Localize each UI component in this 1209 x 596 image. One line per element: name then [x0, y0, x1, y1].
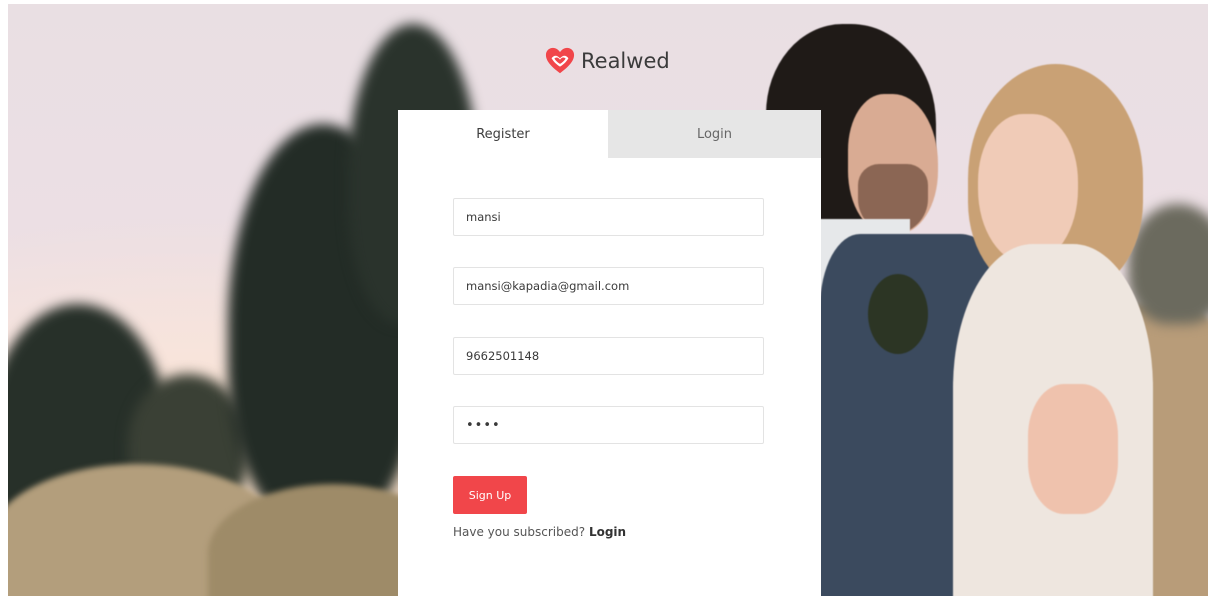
email-field[interactable] [453, 267, 764, 305]
brand-logo[interactable]: Realwed [545, 46, 670, 76]
sign-up-button[interactable]: Sign Up [453, 476, 527, 514]
password-field[interactable] [453, 406, 764, 444]
name-field[interactable] [453, 198, 764, 236]
subscribed-prompt-text: Have you subscribed? [453, 525, 586, 539]
bride-arm [1028, 384, 1118, 514]
groom-boutonniere [868, 274, 928, 354]
tab-register[interactable]: Register [398, 110, 608, 158]
phone-field[interactable] [453, 337, 764, 375]
brand-name: Realwed [581, 49, 670, 73]
auth-card: Register Login Sign Up Have you subscrib… [398, 110, 821, 596]
subscribed-prompt: Have you subscribed? Login [453, 525, 626, 539]
tab-login[interactable]: Login [608, 110, 821, 158]
heart-icon [545, 47, 575, 74]
login-link[interactable]: Login [589, 525, 626, 539]
bride-face [978, 114, 1078, 264]
auth-tabs: Register Login [398, 110, 821, 158]
